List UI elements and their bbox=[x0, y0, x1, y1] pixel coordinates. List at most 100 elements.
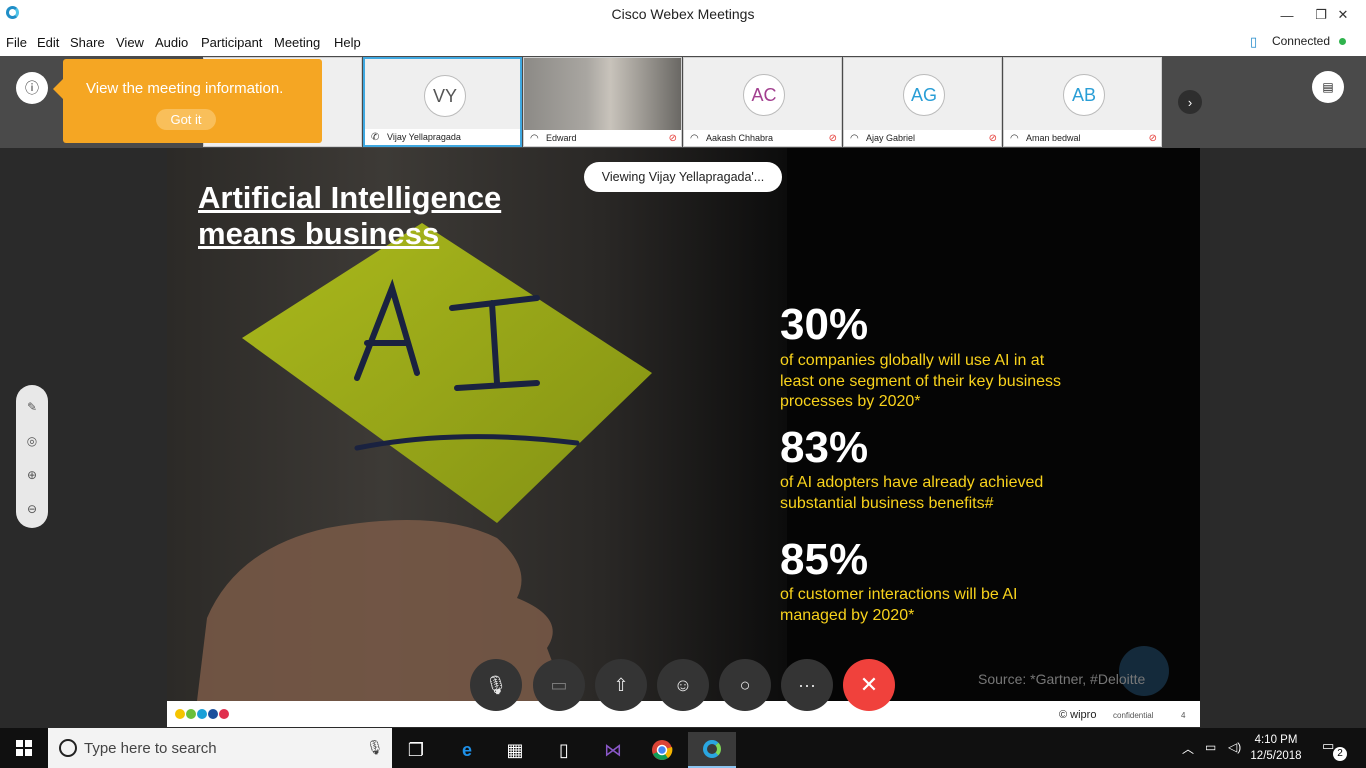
menu-share[interactable]: Share bbox=[70, 35, 105, 50]
phone-icon: ✆ bbox=[371, 132, 380, 143]
close-icon: ✕ bbox=[859, 672, 879, 697]
task-view-icon[interactable]: ❐ bbox=[392, 732, 440, 768]
menu-help[interactable]: Help bbox=[334, 35, 361, 50]
notification-count: 2 bbox=[1333, 747, 1347, 761]
participant-name: Aman bedwal bbox=[1004, 130, 1161, 146]
avatar: AG bbox=[903, 74, 945, 116]
stat-text-2: of AI adopters have already achieved sub… bbox=[780, 474, 1044, 512]
headset-icon: ◠ bbox=[690, 133, 699, 144]
slide-title-line2: means business bbox=[198, 216, 440, 251]
file-icon[interactable]: ▯ bbox=[540, 732, 588, 768]
annotate-icon[interactable]: ✎ bbox=[24, 399, 40, 415]
participant-name: Edward bbox=[524, 130, 681, 146]
menu-participant[interactable]: Participant bbox=[201, 35, 262, 50]
zoom-in-icon[interactable]: ⊕ bbox=[24, 467, 40, 483]
muted-mic-icon: 🎙︎ bbox=[484, 674, 508, 695]
windows-taskbar: Type here to search 🎙︎ ❐ e ▦ ▯ ⋈ ︿ ▭ ◁) … bbox=[0, 728, 1366, 768]
menu-bar: File Edit Share View Audio Participant M… bbox=[0, 30, 1366, 56]
chevron-up-icon[interactable]: ︿ bbox=[1182, 740, 1194, 757]
muted-mic-icon: ⊘ bbox=[668, 133, 677, 144]
menu-view[interactable]: View bbox=[116, 35, 144, 50]
headset-icon: ◠ bbox=[530, 133, 539, 144]
clock-time: 4:10 PM bbox=[1254, 734, 1298, 746]
mute-button[interactable]: 🎙︎ bbox=[470, 659, 522, 711]
pointer-icon[interactable]: ◎ bbox=[24, 433, 40, 449]
stat-value-1: 30% bbox=[780, 300, 869, 349]
brand-dots bbox=[175, 709, 229, 719]
system-clock[interactable]: 4:10 PM 12/5/2018 bbox=[1246, 732, 1306, 764]
slide-source: Source: *Gartner, #Deloitte bbox=[978, 671, 1146, 687]
menu-file[interactable]: File bbox=[6, 35, 27, 50]
avatar: VY bbox=[424, 75, 466, 117]
avatar: AC bbox=[743, 74, 785, 116]
upload-icon: ⇧ bbox=[613, 674, 629, 695]
chrome-logo-icon bbox=[652, 740, 673, 760]
participant-tile-aakash[interactable]: AC Aakash Chhabra ◠ ⊘ bbox=[683, 57, 842, 147]
footer-brand: © wipro bbox=[1059, 709, 1097, 721]
brand-dot bbox=[197, 709, 207, 719]
participant-name: Aakash Chhabra bbox=[684, 130, 841, 146]
microphone-icon[interactable]: 🎙︎ bbox=[366, 739, 384, 756]
title-bar: Cisco Webex Meetings — ❐ ✕ bbox=[0, 0, 1366, 30]
share-content-button[interactable]: ⇧ bbox=[595, 659, 647, 711]
close-button[interactable]: ✕ bbox=[1320, 0, 1366, 30]
taskbar-search[interactable]: Type here to search 🎙︎ bbox=[48, 728, 392, 768]
muted-mic-icon: ⊘ bbox=[1148, 133, 1157, 144]
more-options-button[interactable]: ··· bbox=[781, 659, 833, 711]
participant-name: Vijay Yellapragada bbox=[365, 129, 520, 145]
annotation-toolbar: ✎ ◎ ⊕ ⊖ bbox=[16, 385, 48, 528]
viewing-indicator[interactable]: Viewing Vijay Yellapragada'... bbox=[584, 162, 782, 192]
video-button[interactable]: ▭ bbox=[533, 659, 585, 711]
meeting-info-tooltip: View the meeting information. Got it bbox=[53, 59, 322, 143]
connection-status[interactable]: Connected bbox=[1272, 34, 1330, 48]
stat-value-3: 85% bbox=[780, 535, 869, 584]
got-it-button[interactable]: Got it bbox=[156, 109, 216, 130]
leave-meeting-button[interactable]: ✕ bbox=[843, 659, 895, 711]
footer-confidential: confidential bbox=[1113, 711, 1154, 720]
footer-page-number: 4 bbox=[1181, 711, 1186, 720]
webex-taskbar-icon[interactable] bbox=[688, 732, 736, 768]
calendar-icon[interactable]: ▤ bbox=[1312, 71, 1344, 103]
edge-browser-icon[interactable]: e bbox=[443, 732, 491, 768]
avatar: AB bbox=[1063, 74, 1105, 116]
tooltip-text: View the meeting information. bbox=[86, 80, 284, 97]
store-icon[interactable]: ▦ bbox=[491, 732, 539, 768]
participant-tile-edward[interactable]: Edward ◠ ⊘ bbox=[523, 57, 682, 147]
muted-mic-icon: ⊘ bbox=[828, 133, 837, 144]
chat-button[interactable]: ○ bbox=[719, 659, 771, 711]
headset-icon: ◠ bbox=[1010, 133, 1019, 144]
headset-icon: ◠ bbox=[850, 133, 859, 144]
webex-logo-icon bbox=[703, 740, 721, 758]
windows-logo-icon bbox=[16, 740, 32, 756]
chrome-icon[interactable] bbox=[638, 732, 686, 768]
stat-value-2: 83% bbox=[780, 423, 869, 472]
speaker-icon[interactable]: ◁) bbox=[1228, 740, 1241, 754]
menu-meeting[interactable]: Meeting bbox=[274, 35, 320, 50]
chevron-right-icon[interactable]: › bbox=[1178, 90, 1202, 114]
brand-dot bbox=[186, 709, 196, 719]
menu-edit[interactable]: Edit bbox=[37, 35, 59, 50]
search-placeholder: Type here to search bbox=[84, 740, 217, 757]
signal-icon: ▯ bbox=[1250, 34, 1258, 49]
clock-date: 12/5/2018 bbox=[1250, 750, 1302, 762]
network-icon[interactable]: ▭ bbox=[1205, 740, 1216, 754]
slide-title-line1: Artificial Intelligence bbox=[198, 180, 502, 215]
brand-dot bbox=[175, 709, 185, 719]
participant-tile-aman[interactable]: AB Aman bedwal ◠ ⊘ bbox=[1003, 57, 1162, 147]
participants-button[interactable]: ☺ bbox=[657, 659, 709, 711]
brand-dot bbox=[208, 709, 218, 719]
participant-tile-ajay[interactable]: AG Ajay Gabriel ◠ ⊘ bbox=[843, 57, 1002, 147]
meeting-info-button[interactable]: ⓘ bbox=[16, 72, 48, 104]
visual-studio-icon[interactable]: ⋈ bbox=[589, 732, 637, 768]
muted-mic-icon: ⊘ bbox=[988, 133, 997, 144]
chat-bubble-icon: ○ bbox=[739, 674, 751, 695]
stat-text-1: of companies globally will use AI in at … bbox=[780, 352, 1062, 410]
participant-tile-vijay[interactable]: VY Vijay Yellapragada ✆ bbox=[363, 57, 522, 147]
windows-start-button[interactable] bbox=[0, 728, 48, 768]
stat-text-3: of customer interactions will be AI mana… bbox=[780, 586, 1018, 624]
brand-dot bbox=[219, 709, 229, 719]
zoom-out-icon[interactable]: ⊖ bbox=[24, 501, 40, 517]
menu-audio[interactable]: Audio bbox=[155, 35, 188, 50]
window-title: Cisco Webex Meetings bbox=[611, 6, 755, 22]
ellipsis-icon: ··· bbox=[798, 674, 816, 695]
